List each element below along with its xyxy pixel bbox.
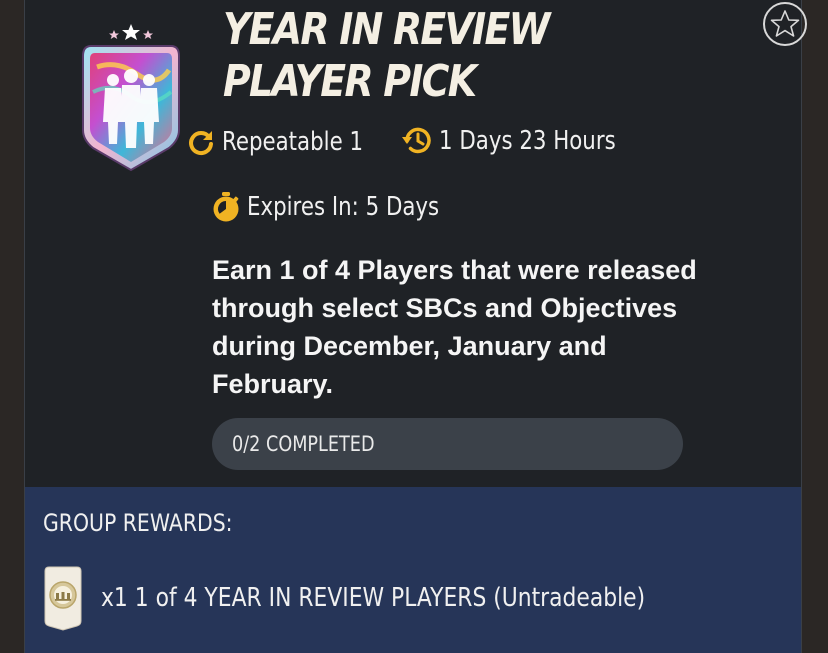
year-in-review-badge-icon: [82, 24, 180, 172]
stopwatch-icon: [213, 192, 239, 222]
player-pick-card-icon: [44, 566, 82, 631]
expiry-info: Expires In: 5 Days: [211, 191, 481, 223]
refresh-time-info: 1 Days 23 Hours: [401, 125, 654, 157]
repeatable-info: Repeatable 1: [187, 127, 394, 157]
reward-item-label: x1 1 of 4 YEAR IN REVIEW PLAYERS (Untrad…: [101, 583, 646, 613]
group-rewards-heading: GROUP REWARDS:: [43, 509, 233, 537]
reward-item[interactable]: x1 1 of 4 YEAR IN REVIEW PLAYERS (Untrad…: [41, 565, 749, 631]
progress-label: 0/2 COMPLETED: [232, 432, 375, 456]
history-clock-icon: [402, 127, 431, 154]
group-rewards-panel: GROUP REWARDS: x1 1 of 4 YEAR IN REVIEW …: [25, 487, 801, 653]
repeatable-label: Repeatable 1: [222, 127, 364, 157]
expiry-label: Expires In: 5 Days: [247, 192, 440, 222]
refresh-time-label: 1 Days 23 Hours: [439, 126, 616, 156]
star-outline-icon: [770, 10, 800, 37]
objective-description: Earn 1 of 4 Players that were released t…: [212, 255, 697, 399]
progress-bar: 0/2 COMPLETED: [212, 418, 683, 470]
refresh-icon: [189, 131, 213, 156]
objective-title: YEAR IN REVIEW PLAYER PICK: [223, 4, 550, 107]
favorite-button[interactable]: [763, 2, 807, 46]
